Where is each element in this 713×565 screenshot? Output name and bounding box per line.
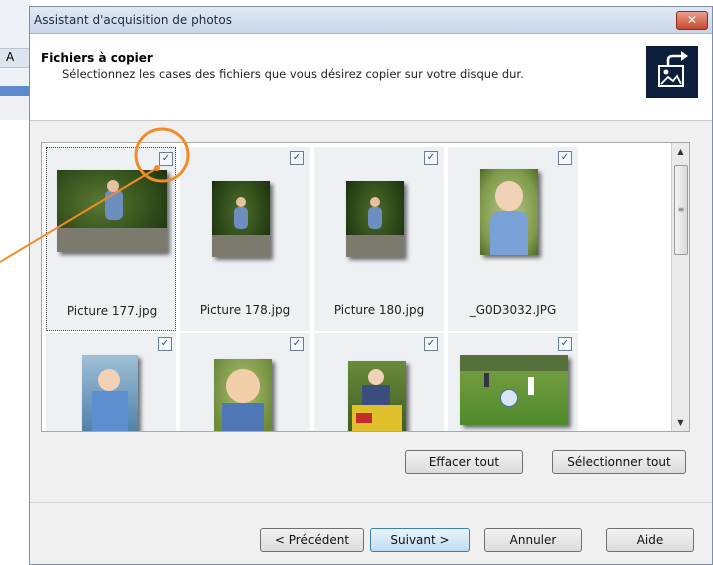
file-thumbnail — [57, 170, 167, 252]
file-checkbox[interactable]: ✓ — [424, 151, 438, 165]
file-thumbnail — [460, 355, 568, 425]
file-thumbnail — [214, 359, 272, 431]
file-checkbox[interactable]: ✓ — [158, 337, 172, 351]
photo-import-icon — [646, 46, 698, 98]
help-button[interactable]: Aide — [606, 528, 694, 552]
page-title: Fichiers à copier — [41, 51, 153, 65]
file-item[interactable]: ✓ Picture 180.jpg — [314, 147, 444, 331]
file-name: Picture 177.jpg — [66, 304, 158, 318]
select-all-button[interactable]: Sélectionner tout — [552, 450, 686, 474]
photo-import-dialog: Assistant d'acquisition de photos ✕ Fich… — [29, 6, 713, 565]
previous-button[interactable]: < Précédent — [260, 528, 364, 552]
file-name: Picture 180.jpg — [333, 303, 425, 317]
background-toolbar — [0, 48, 30, 68]
file-item[interactable]: ✓ _G0D3032.JPG — [448, 147, 578, 331]
file-checkbox[interactable]: ✓ — [558, 151, 572, 165]
background-bar — [0, 86, 30, 96]
next-button[interactable]: Suivant > — [370, 528, 470, 552]
file-name: Picture 178.jpg — [199, 303, 291, 317]
file-thumbnail — [212, 181, 270, 257]
file-thumbnail — [348, 361, 406, 431]
title-bar: Assistant d'acquisition de photos ✕ — [30, 7, 712, 34]
file-checkbox[interactable]: ✓ — [558, 337, 572, 351]
scroll-up-arrow-icon[interactable]: ▲ — [672, 143, 689, 160]
file-item[interactable]: ✓ — [46, 333, 176, 431]
file-name: _G0D3032.JPG — [469, 303, 557, 317]
file-checkbox[interactable]: ✓ — [290, 337, 304, 351]
window-title: Assistant d'acquisition de photos — [34, 13, 232, 27]
file-thumbnail — [480, 169, 538, 255]
list-scrollbar[interactable]: ▲ ≡ ▼ — [671, 143, 689, 431]
file-item[interactable]: ✓ — [314, 333, 444, 431]
wizard-header: Fichiers à copier Sélectionnez les cases… — [30, 34, 712, 121]
file-item[interactable]: ✓ — [448, 333, 578, 431]
background-window: A — [0, 0, 30, 120]
file-item[interactable]: ✓ Picture 177.jpg — [46, 147, 176, 331]
file-checkbox[interactable]: ✓ — [290, 151, 304, 165]
cancel-button[interactable]: Annuler — [484, 528, 582, 552]
file-thumbnail — [82, 355, 138, 431]
footer-divider — [30, 502, 712, 503]
scroll-thumb[interactable]: ≡ — [674, 165, 688, 255]
file-item[interactable]: ✓ — [180, 333, 310, 431]
file-item[interactable]: ✓ Picture 178.jpg — [180, 147, 310, 331]
scroll-down-arrow-icon[interactable]: ▼ — [672, 414, 689, 431]
close-button[interactable]: ✕ — [676, 11, 708, 30]
background-label: A — [6, 50, 15, 64]
file-checkbox[interactable]: ✓ — [159, 152, 173, 166]
file-thumbnail — [346, 181, 404, 257]
clear-all-button[interactable]: Effacer tout — [405, 450, 523, 474]
page-subtitle: Sélectionnez les cases des fichiers que … — [62, 67, 524, 81]
file-list[interactable]: ✓ Picture 177.jpg ✓ Picture 178.jpg ✓ Pi… — [41, 142, 690, 432]
file-checkbox[interactable]: ✓ — [424, 337, 438, 351]
